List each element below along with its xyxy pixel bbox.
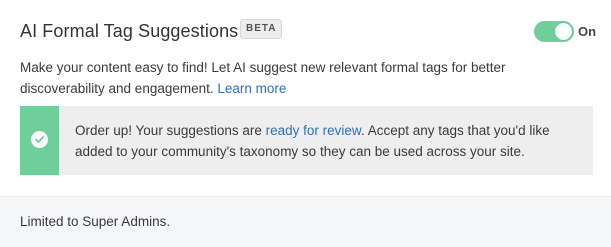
ai-suggestions-toggle[interactable]: [534, 21, 574, 42]
ready-for-review-link[interactable]: ready for review: [266, 123, 361, 138]
toggle-knob: [555, 23, 572, 40]
section-title: AI Formal Tag Suggestions: [20, 21, 239, 41]
review-notice: Order up! Your suggestions are ready for…: [20, 106, 593, 175]
notice-text-before: Order up! Your suggestions are: [75, 123, 262, 138]
settings-card: AI Formal Tag Suggestions BETA On Make y…: [0, 0, 611, 196]
permission-text: Limited to Super Admins.: [20, 214, 171, 229]
notice-accent-bar: [20, 106, 59, 175]
toggle-state-label: On: [578, 24, 597, 39]
check-circle-icon: [31, 131, 48, 148]
permission-footer: Limited to Super Admins.: [0, 196, 611, 247]
section-description: Make your content easy to find! Let AI s…: [20, 57, 580, 99]
beta-badge: BETA: [240, 19, 283, 39]
notice-message: Order up! Your suggestions are ready for…: [75, 120, 580, 162]
learn-more-link[interactable]: Learn more: [217, 81, 286, 96]
